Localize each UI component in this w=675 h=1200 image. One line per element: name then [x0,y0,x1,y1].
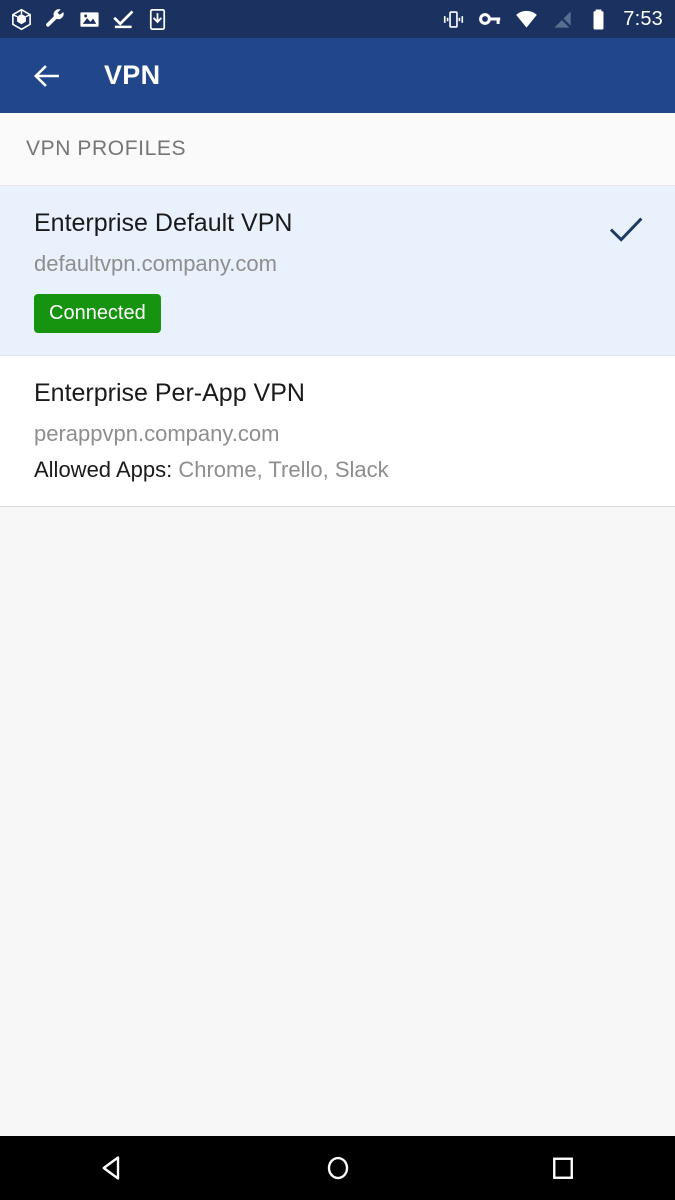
app-install-download-icon [146,8,169,31]
vpn-profile-row-perapp[interactable]: Enterprise Per-App VPN perappvpn.company… [0,355,675,507]
nav-back-icon[interactable] [73,1136,153,1200]
section-header-vpn-profiles: VPN PROFILES [0,113,675,186]
vpn-profile-host: perappvpn.company.com [34,420,280,446]
vpn-profile-row-default[interactable]: Enterprise Default VPN defaultvpn.compan… [0,186,675,356]
android-navigation-bar [0,1136,675,1200]
nav-home-icon[interactable] [298,1136,378,1200]
check-underline-icon [112,8,135,31]
status-bar: 7:53 [0,0,675,38]
vpn-key-icon [478,7,502,31]
vpn-profile-host: defaultvpn.company.com [34,251,277,277]
vpn-settings-content: VPN PROFILES Enterprise Default VPN defa… [0,113,675,1136]
vpn-allowed-apps-value: Chrome, Trello, Slack [178,457,389,483]
status-bar-clock: 7:53 [623,7,663,30]
checkmark-icon [603,210,649,250]
vpn-profile-title: Enterprise Default VPN [34,209,293,237]
vpn-allowed-apps-label: Allowed Apps: [34,457,173,483]
wifi-icon [515,8,538,31]
image-icon [78,8,101,31]
vpn-profile-title: Enterprise Per-App VPN [34,378,305,407]
empty-list-area [0,506,675,1136]
section-header-label: VPN PROFILES [26,137,187,160]
phone-screen: 7:53 VPN VPN PROFILES Enterprise Default… [0,0,675,1200]
no-signal-icon [551,8,574,31]
battery-full-icon [587,8,610,31]
cube-3d-icon [10,8,33,31]
status-bar-right-icons: 7:53 [429,7,663,31]
status-bar-left-icons [10,8,180,31]
back-arrow-icon[interactable] [26,55,68,97]
status-badge: Connected [34,293,161,333]
app-bar: VPN [0,38,675,113]
vpn-allowed-apps: Allowed Apps: Chrome, Trello, Slack [34,456,649,484]
nav-recents-icon[interactable] [523,1136,603,1200]
wrench-icon [44,8,67,31]
vibrate-icon [442,8,465,31]
page-title: VPN [104,60,161,90]
